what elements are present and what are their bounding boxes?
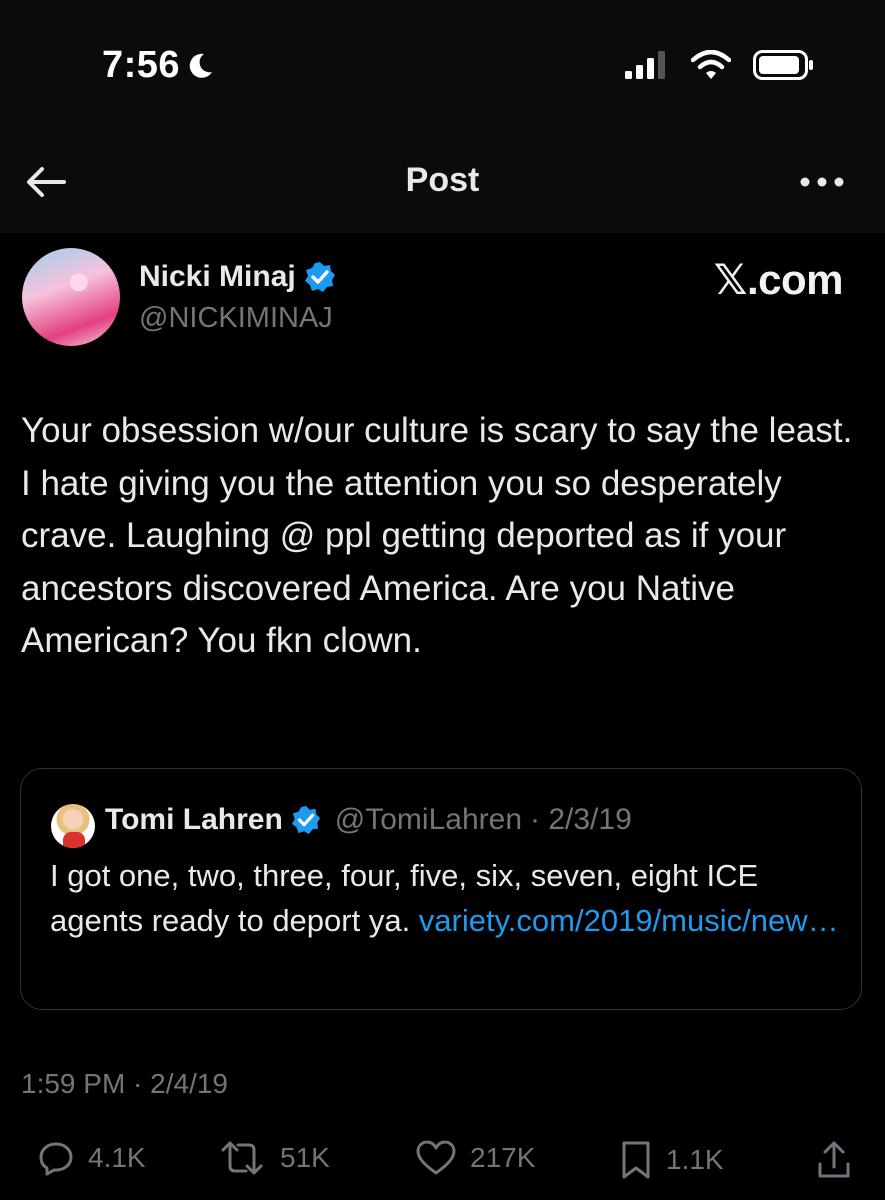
author-avatar[interactable] — [22, 248, 120, 346]
author-name[interactable]: Nicki Minaj — [139, 260, 336, 294]
quoted-author-avatar — [51, 804, 95, 848]
cellular-signal-icon — [625, 51, 665, 79]
repost-icon — [221, 1141, 263, 1175]
quoted-post-header: Tomi Lahren @TomiLahren · 2/3/19 — [105, 803, 632, 837]
tweet-text: Your obsession w/our culture is scary to… — [21, 411, 853, 660]
action-bar: 4.1K 51K 217K 1.1K — [38, 1140, 858, 1190]
bookmark-count: 1.1K — [666, 1144, 724, 1175]
status-time: 7:56 — [102, 44, 214, 87]
repost-button[interactable]: 51K — [218, 1140, 330, 1176]
quoted-post-date: · 2/3/19 — [530, 803, 632, 836]
quoted-post-card[interactable]: Tomi Lahren @TomiLahren · 2/3/19 I got on… — [20, 768, 862, 1010]
post-timestamp: 1:59 PM · 2/4/19 — [21, 1068, 229, 1099]
reply-count: 4.1K — [88, 1142, 146, 1173]
bookmark-button[interactable]: 1.1K — [620, 1140, 724, 1180]
quoted-author-name: Tomi Lahren — [105, 803, 283, 836]
verified-badge-icon — [304, 262, 335, 292]
author-name-text: Nicki Minaj — [139, 260, 296, 293]
top-bar: 7:56 Post — [0, 0, 885, 233]
bookmark-icon — [622, 1141, 650, 1179]
repost-count: 51K — [280, 1142, 330, 1173]
verified-badge-icon — [291, 805, 320, 835]
heart-icon — [416, 1140, 456, 1175]
watermark-logo: 𝕏.com — [713, 256, 844, 303]
quoted-post-link[interactable]: variety.com/2019/music/new… — [419, 903, 839, 938]
wifi-icon — [691, 50, 731, 79]
quoted-post-text: I got one, two, three, four, five, six, … — [50, 853, 840, 943]
battery-icon — [753, 50, 813, 80]
like-count: 217K — [470, 1142, 536, 1173]
status-icons — [625, 50, 815, 80]
share-button[interactable] — [816, 1140, 852, 1180]
page-title: Post — [405, 161, 480, 199]
like-button[interactable]: 217K — [416, 1140, 535, 1176]
author-handle[interactable]: @NICKIMINAJ — [139, 302, 333, 335]
moon-icon — [189, 53, 213, 78]
share-icon — [818, 1141, 850, 1178]
status-time-text: 7:56 — [102, 44, 181, 86]
quoted-author-handle: @TomiLahren — [334, 803, 523, 836]
reply-button[interactable]: 4.1K — [38, 1140, 146, 1176]
more-options-icon[interactable] — [799, 172, 845, 192]
reply-icon — [39, 1142, 73, 1176]
